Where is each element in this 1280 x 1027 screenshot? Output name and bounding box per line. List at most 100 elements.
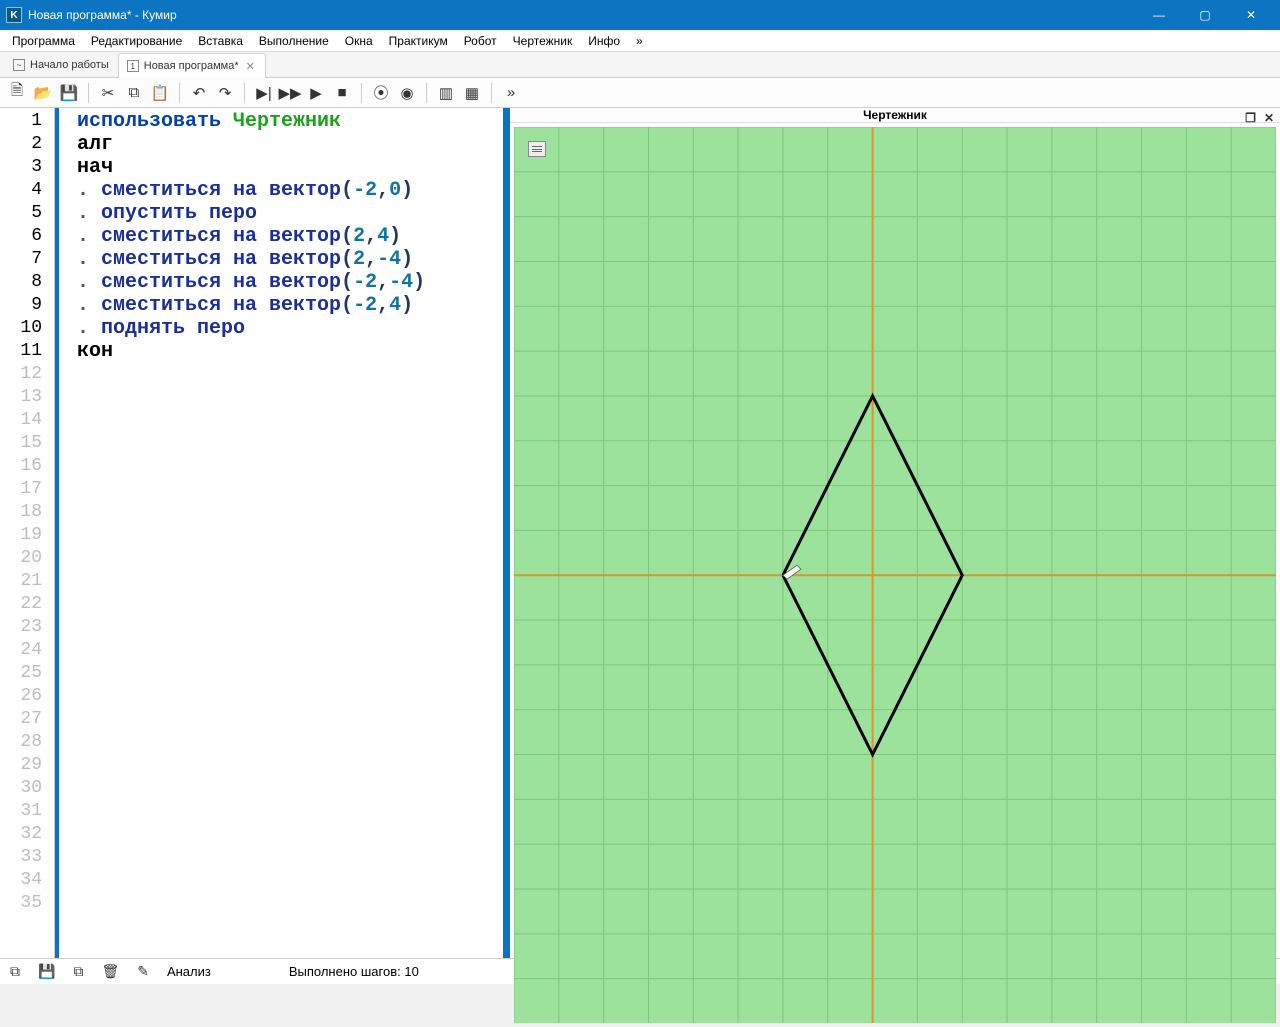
line-number: 3	[0, 156, 54, 179]
drawer-header: Чертежник ❐ ✕	[510, 108, 1280, 123]
maximize-button[interactable]: ▢	[1182, 0, 1228, 30]
status-copy-icon[interactable]: ⧉	[73, 963, 83, 980]
main-area: 1234567891011121314151617181920212223242…	[0, 108, 1280, 958]
open-button[interactable]: 📂	[32, 82, 54, 104]
status-icon[interactable]: ⧉	[10, 963, 20, 980]
redo-button[interactable]: ↷	[214, 82, 236, 104]
code-line[interactable]: нач	[77, 156, 499, 179]
line-number: 9	[0, 294, 54, 317]
minimize-button[interactable]: —	[1136, 0, 1182, 30]
code-editor[interactable]: 1234567891011121314151617181920212223242…	[0, 108, 510, 958]
tab-label: Начало работы	[30, 59, 109, 71]
app-logo: K	[6, 7, 22, 23]
line-number: 19	[0, 524, 54, 547]
line-number: 13	[0, 386, 54, 409]
line-number: 16	[0, 455, 54, 478]
paste-button[interactable]: 📋	[149, 82, 171, 104]
toolbar-separator	[179, 83, 180, 103]
menu-6[interactable]: Робот	[456, 32, 505, 50]
code-line[interactable]: . сместиться на вектор(2,4)	[77, 225, 499, 248]
line-number: 7	[0, 248, 54, 271]
code-line[interactable]: . сместиться на вектор(-2,4)	[77, 294, 499, 317]
menu-0[interactable]: Программа	[4, 32, 83, 50]
line-number: 35	[0, 892, 54, 915]
toolbar: 🗎📂💾✂⧉📋↶↷▶|▶▶▶■⦿◉▥▦»	[0, 78, 1280, 108]
document-tabbar: ~Начало работы1Новая программа*✕	[0, 52, 1280, 78]
toolbar-separator	[491, 83, 492, 103]
line-number: 15	[0, 432, 54, 455]
line-number: 33	[0, 846, 54, 869]
line-number: 8	[0, 271, 54, 294]
menu-2[interactable]: Вставка	[190, 32, 251, 50]
menu-5[interactable]: Практикум	[381, 32, 456, 50]
grid-button[interactable]: ▦	[461, 82, 483, 104]
cut-button[interactable]: ✂	[97, 82, 119, 104]
run-button[interactable]: ▶▶	[279, 82, 301, 104]
line-number: 4	[0, 179, 54, 202]
drawer-canvas[interactable]	[514, 127, 1276, 1023]
toolbar-separator	[88, 83, 89, 103]
watch-button[interactable]: ◉	[396, 82, 418, 104]
status-edit-icon[interactable]: ✎	[137, 963, 149, 980]
menu-3[interactable]: Выполнение	[251, 32, 337, 50]
line-number: 10	[0, 317, 54, 340]
menu-9[interactable]: »	[628, 32, 651, 50]
code-line[interactable]: использовать Чертежник	[77, 110, 499, 133]
line-number: 12	[0, 363, 54, 386]
tab-1[interactable]: 1Новая программа*✕	[118, 53, 266, 78]
window-titlebar: K Новая программа* - Кумир — ▢ ✕	[0, 0, 1280, 30]
tab-icon: ~	[13, 59, 25, 71]
window-title: Новая программа* - Кумир	[28, 8, 177, 22]
line-number: 11	[0, 340, 54, 363]
tab-close-icon[interactable]: ✕	[244, 60, 257, 73]
code-line[interactable]: . сместиться на вектор(-2,-4)	[77, 271, 499, 294]
menubar: ПрограммаРедактированиеВставкаВыполнение…	[0, 30, 1280, 52]
tab-0[interactable]: ~ Начало работы	[4, 52, 118, 77]
status-analysis: Анализ	[167, 964, 211, 979]
step-button[interactable]: ▶|	[253, 82, 275, 104]
code-line[interactable]: . опустить перо	[77, 202, 499, 225]
line-gutter: 1234567891011121314151617181920212223242…	[0, 108, 55, 958]
resume-button[interactable]: ▶	[305, 82, 327, 104]
status-save-icon[interactable]: 💾	[38, 963, 55, 980]
line-number: 24	[0, 639, 54, 662]
menu-8[interactable]: Инфо	[580, 32, 628, 50]
more-button[interactable]: »	[500, 82, 522, 104]
menu-1[interactable]: Редактирование	[83, 32, 190, 50]
trace-button[interactable]: ⦿	[370, 82, 392, 104]
close-button[interactable]: ✕	[1228, 0, 1274, 30]
line-number: 1	[0, 110, 54, 133]
tab-label: Новая программа*	[144, 60, 239, 72]
metrics-button[interactable]: ▥	[435, 82, 457, 104]
new-button[interactable]: 🗎	[6, 82, 28, 104]
line-number: 31	[0, 800, 54, 823]
menu-7[interactable]: Чертежник	[505, 32, 581, 50]
undo-button[interactable]: ↶	[188, 82, 210, 104]
line-number: 27	[0, 708, 54, 731]
drawer-canvas-wrap	[510, 123, 1280, 1027]
code-line[interactable]: . сместиться на вектор(2,-4)	[77, 248, 499, 271]
status-trash-icon[interactable]: 🗑	[101, 963, 119, 980]
code-line[interactable]: кон	[77, 340, 499, 363]
line-number: 29	[0, 754, 54, 777]
line-number: 28	[0, 731, 54, 754]
code-line[interactable]: алг	[77, 133, 499, 156]
code-line[interactable]: . сместиться на вектор(-2,0)	[77, 179, 499, 202]
line-number: 34	[0, 869, 54, 892]
copy-button[interactable]: ⧉	[123, 82, 145, 104]
save-button[interactable]: 💾	[58, 82, 80, 104]
line-number: 30	[0, 777, 54, 800]
code-line[interactable]: . поднять перо	[77, 317, 499, 340]
status-steps: Выполнено шагов: 10	[289, 964, 419, 979]
line-number: 20	[0, 547, 54, 570]
toolbar-separator	[361, 83, 362, 103]
line-number: 22	[0, 593, 54, 616]
code-body[interactable]: использовать Чертежникалгнач. сместиться…	[55, 108, 507, 958]
stop-button[interactable]: ■	[331, 82, 353, 104]
line-number: 26	[0, 685, 54, 708]
menu-4[interactable]: Окна	[337, 32, 381, 50]
canvas-menu-icon[interactable]	[528, 141, 546, 157]
line-number: 25	[0, 662, 54, 685]
line-number: 18	[0, 501, 54, 524]
line-number: 21	[0, 570, 54, 593]
